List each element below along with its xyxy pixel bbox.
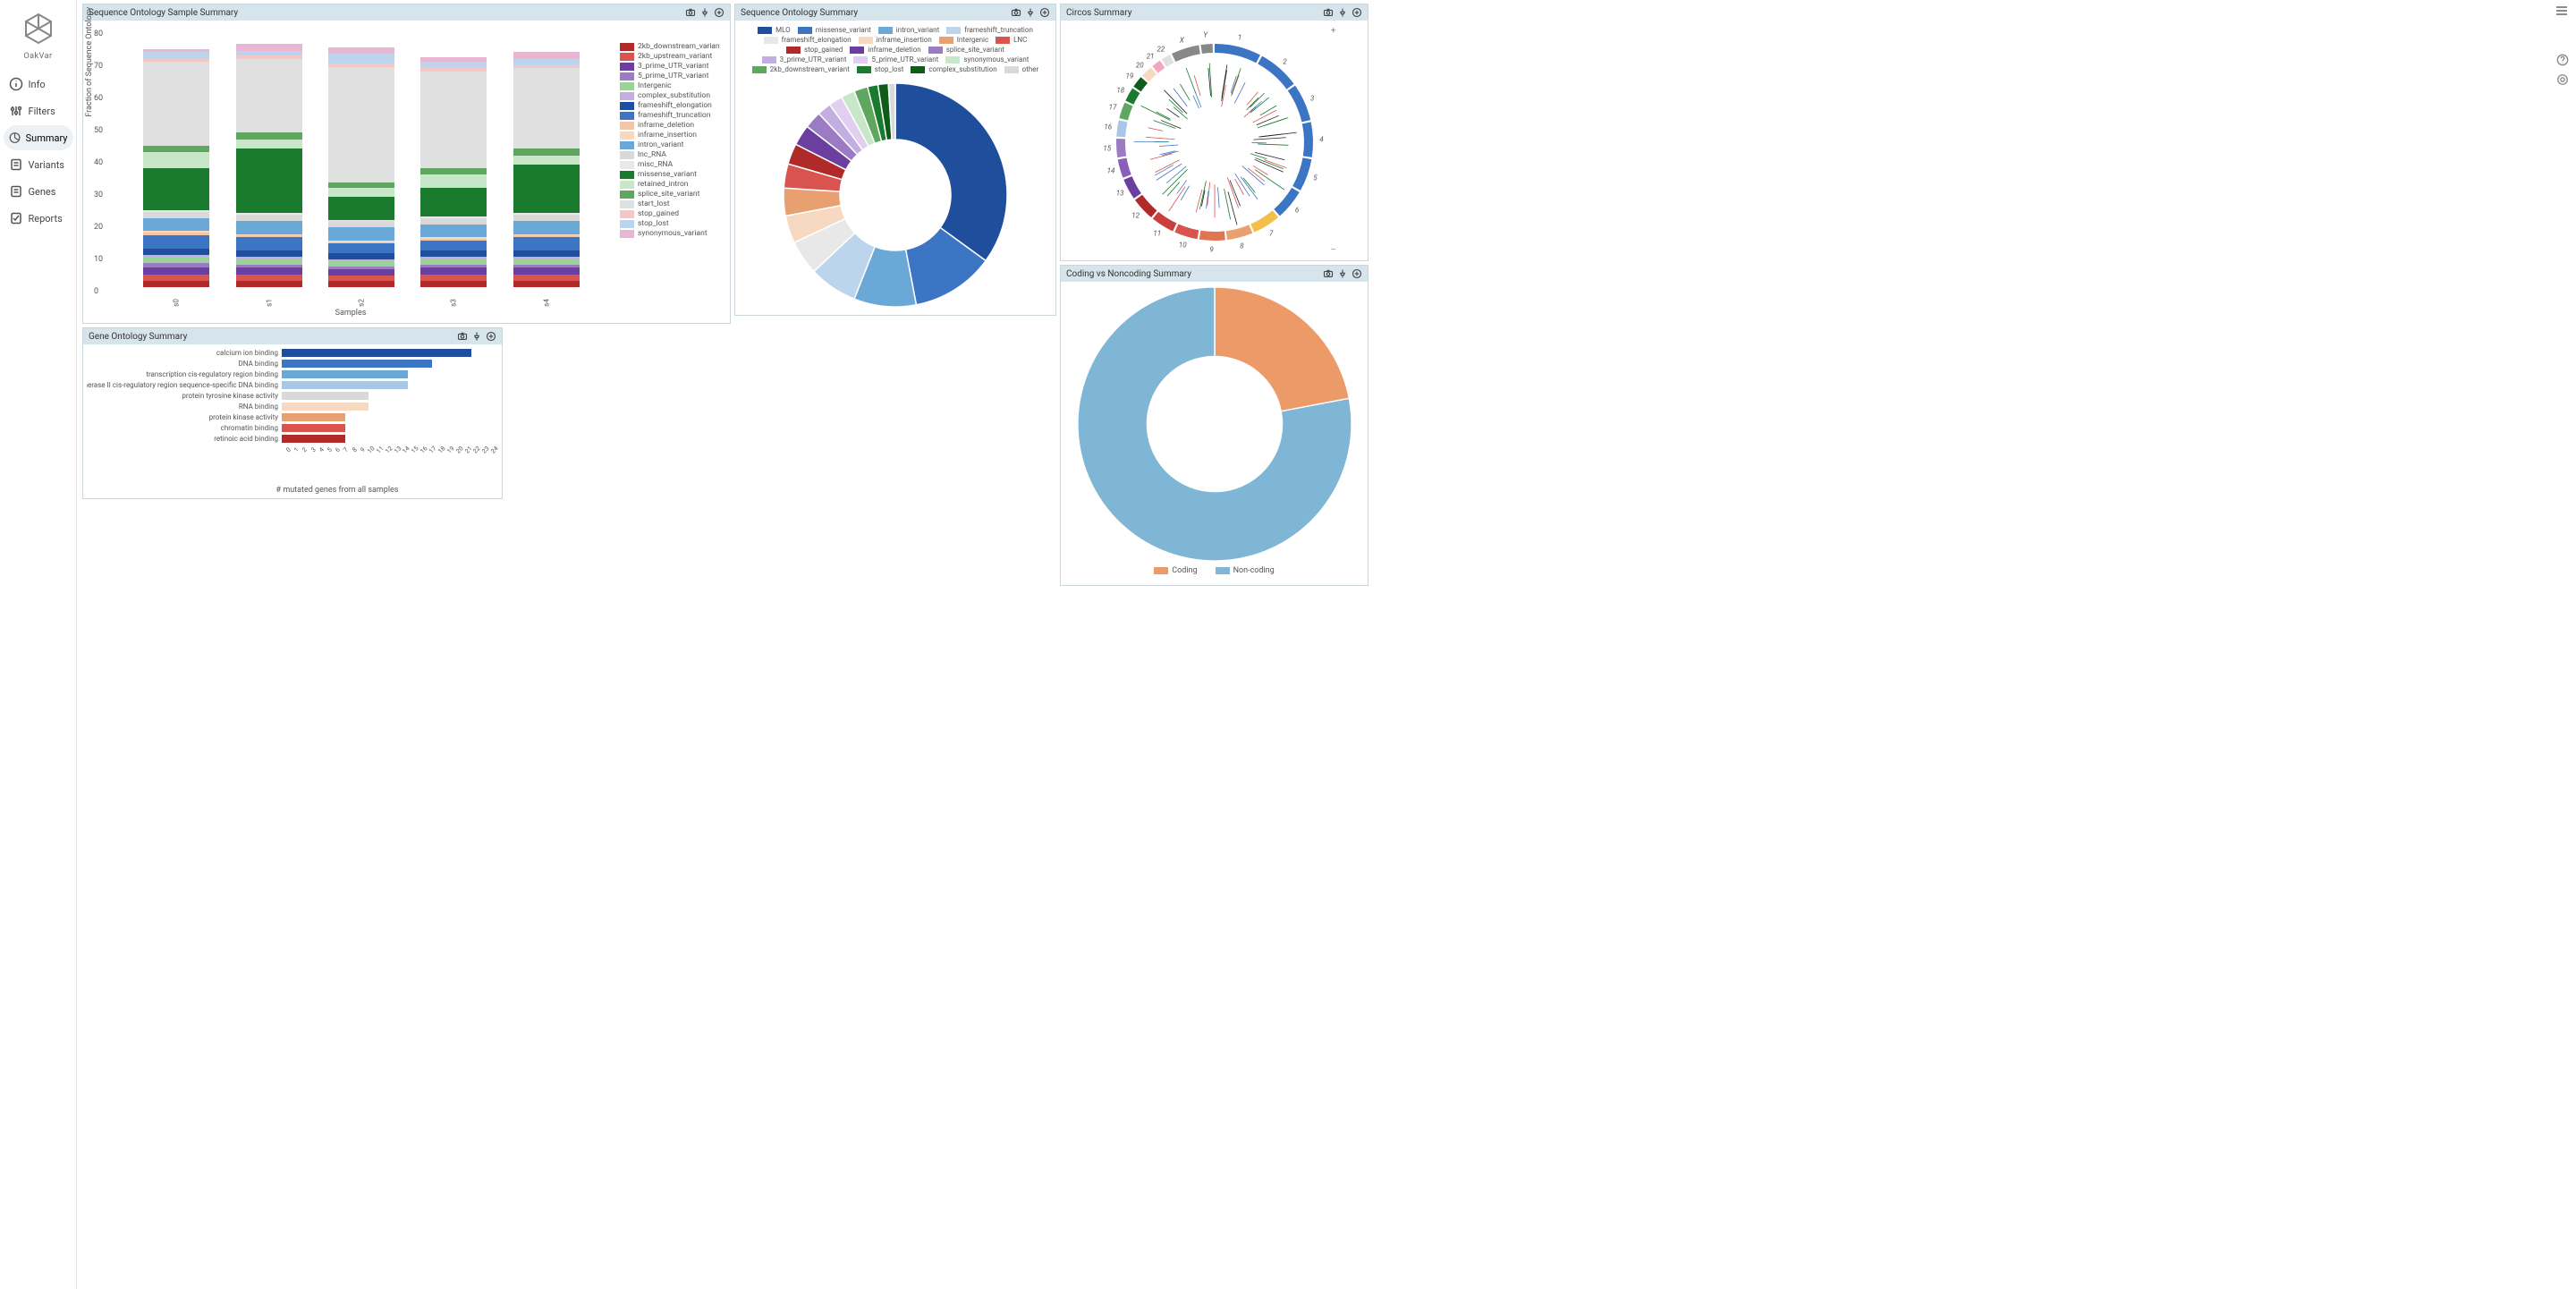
panel-circos: Circos Summary + − 123456789101112131415… <box>1060 4 1368 261</box>
expand-icon[interactable] <box>1039 7 1050 18</box>
panel-title: Circos Summary <box>1066 8 1131 18</box>
panel-gene-ontology: Gene Ontology Summary calcium ion bindin… <box>82 327 503 499</box>
coding-legend: CodingNon-coding <box>1064 563 1364 581</box>
panel-title: Sequence Ontology Sample Summary <box>89 8 238 18</box>
reports-icon <box>9 211 23 225</box>
expand-icon[interactable] <box>1352 268 1362 279</box>
pin-icon[interactable] <box>699 7 710 18</box>
genes-icon <box>9 184 23 199</box>
gene-ontology-chart[interactable]: calcium ion bindingDNA bindingtranscript… <box>87 348 498 473</box>
sidebar: OakVar InfoFiltersSummaryVariantsGenesRe… <box>0 0 77 1289</box>
variants-icon <box>9 157 23 172</box>
logo <box>21 11 56 47</box>
expand-icon[interactable] <box>714 7 724 18</box>
camera-icon[interactable] <box>685 7 696 18</box>
nav-item-info[interactable]: Info <box>4 72 73 97</box>
nav-item-variants[interactable]: Variants <box>4 152 73 177</box>
circos-chart[interactable]: + − 12345678910111213141516171819202122X… <box>1080 24 1349 257</box>
so-donut-legend: MLOmissense_variantintron_variantframesh… <box>739 24 1052 79</box>
coding-donut-chart[interactable] <box>1072 285 1358 563</box>
pin-icon[interactable] <box>1337 7 1348 18</box>
nav-item-summary[interactable]: Summary <box>4 125 73 150</box>
panel-title: Sequence Ontology Summary <box>741 8 858 18</box>
nav-item-reports[interactable]: Reports <box>4 206 73 231</box>
expand-icon[interactable] <box>1352 7 1362 18</box>
camera-icon[interactable] <box>1011 7 1021 18</box>
panel-so-summary: Sequence Ontology Summary MLOmissense_va… <box>734 4 1056 316</box>
pin-icon[interactable] <box>1025 7 1036 18</box>
nav-item-filters[interactable]: Filters <box>4 98 73 123</box>
target-icon[interactable] <box>2556 73 2569 86</box>
panel-coding: Coding vs Noncoding Summary CodingNon-co… <box>1060 265 1368 586</box>
info-icon <box>9 77 23 91</box>
so-donut-chart[interactable] <box>779 79 1012 311</box>
camera-icon[interactable] <box>1323 7 1334 18</box>
logo-text: OakVar <box>23 52 52 61</box>
summary-icon <box>9 131 21 145</box>
main: Sequence Ontology Sample Summary Fractio… <box>77 0 2576 1289</box>
pin-icon[interactable] <box>471 331 482 342</box>
panel-so-sample: Sequence Ontology Sample Summary Fractio… <box>82 4 731 324</box>
nav: InfoFiltersSummaryVariantsGenesReports <box>4 70 73 233</box>
pin-icon[interactable] <box>1337 268 1348 279</box>
camera-icon[interactable] <box>1323 268 1334 279</box>
expand-icon[interactable] <box>486 331 496 342</box>
panel-title: Coding vs Noncoding Summary <box>1066 269 1191 279</box>
so-sample-legend: 2kb_downstream_variant2kb_upstream_varia… <box>614 24 722 319</box>
help-icon[interactable] <box>2556 54 2569 66</box>
filters-icon <box>9 104 23 118</box>
camera-icon[interactable] <box>457 331 468 342</box>
so-sample-chart[interactable]: Fraction of Sequence Ontology 0102030405… <box>87 24 614 319</box>
hamburger-icon[interactable] <box>2555 4 2569 21</box>
nav-item-genes[interactable]: Genes <box>4 179 73 204</box>
